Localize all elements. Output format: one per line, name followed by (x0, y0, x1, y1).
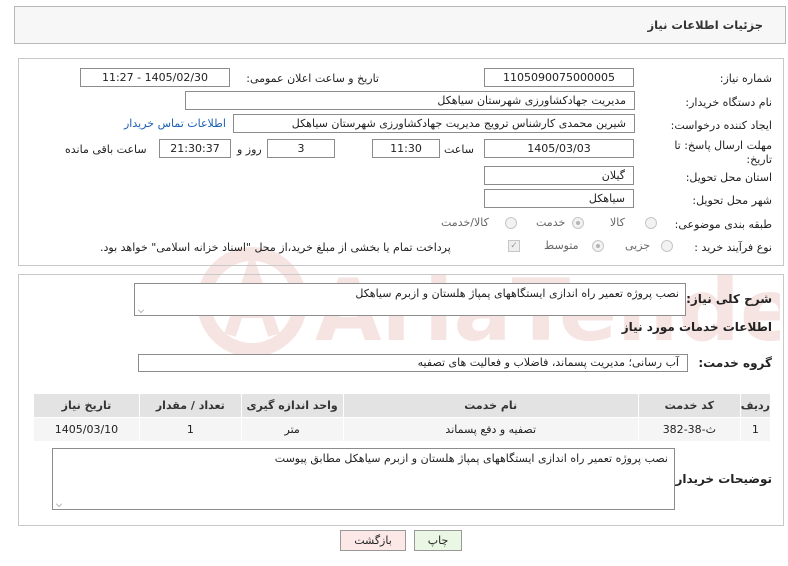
purchase-minor-radio[interactable] (661, 240, 673, 252)
need-info-panel (18, 58, 784, 266)
services-table: ردیف کد خدمت نام خدمت واحد اندازه گیری ت… (33, 393, 772, 442)
resize-grip-icon[interactable] (138, 307, 144, 313)
col-service-name: نام خدمت (342, 393, 639, 418)
category-goods-service-radio[interactable] (505, 217, 517, 229)
treasury-payment-checkbox[interactable]: ✓ (508, 240, 520, 252)
deadline-time-field: 11:30 (372, 139, 440, 158)
cell-unit: متر (240, 417, 344, 442)
need-number-label: شماره نیاز: (719, 72, 772, 85)
category-goods-label: کالا (610, 216, 625, 229)
col-unit: واحد اندازه گیری (240, 393, 344, 418)
announce-date-field: 1405/02/30 - 11:27 (80, 68, 230, 87)
announce-date-label: تاریخ و ساعت اعلان عمومی: (246, 72, 379, 85)
category-service-radio[interactable] (572, 217, 584, 229)
city-label: شهر محل تحویل: (692, 194, 772, 207)
page-header: جزئیات اطلاعات نیاز (14, 6, 786, 44)
category-goods-radio[interactable] (645, 217, 657, 229)
remaining-time-label: ساعت باقی مانده (65, 143, 147, 156)
buyer-org-field: مدیریت جهادکشاورزی شهرستان سیاهکل (185, 91, 635, 110)
remaining-days-field: 3 (267, 139, 335, 158)
buyer-contact-link[interactable]: اطلاعات تماس خریدار (124, 117, 226, 130)
province-label: استان محل تحویل: (685, 171, 772, 184)
resize-grip-icon[interactable] (56, 501, 62, 507)
requester-field: شیرین محمدی کارشناس ترویج مدیریت جهادکشا… (233, 114, 635, 133)
cell-service-name: تصفیه و دفع پسماند (342, 417, 639, 442)
service-group-field: آب رسانی؛ مدیریت پسماند، فاضلاب و فعالیت… (138, 354, 688, 372)
purchase-medium-label: متوسط (544, 239, 579, 252)
buyer-notes-label: توضیحات خریدار: (670, 472, 772, 486)
table-header-row: ردیف کد خدمت نام خدمت واحد اندازه گیری ت… (33, 393, 772, 418)
description-text: نصب پروژه تعمیر راه اندازی ایستگاههای پم… (355, 287, 679, 300)
description-textarea: نصب پروژه تعمیر راه اندازی ایستگاههای پم… (134, 283, 686, 316)
cell-quantity: 1 (138, 417, 242, 442)
deadline-label-line1: مهلت ارسال پاسخ: تا (674, 139, 772, 152)
deadline-label-line2: تاریخ: (746, 153, 772, 166)
description-label: شرح کلی نیاز: (686, 292, 772, 306)
purchase-type-label: نوع فرآیند خرید : (694, 241, 772, 254)
purchase-medium-radio[interactable] (592, 240, 604, 252)
col-service-code: کد خدمت (637, 393, 741, 418)
category-service-label: خدمت (536, 216, 566, 229)
cell-service-code: ث-38-382 (637, 417, 741, 442)
category-goods-service-label: کالا/خدمت (441, 216, 489, 229)
deadline-time-label: ساعت (444, 143, 474, 156)
table-row: 1 ث-38-382 تصفیه و دفع پسماند متر 1 1405… (33, 417, 772, 442)
back-button[interactable]: بازگشت (340, 530, 406, 551)
deadline-date-field: 1405/03/03 (484, 139, 634, 158)
need-number-field: 1105090075000005 (484, 68, 634, 87)
services-section-title: اطلاعات خدمات مورد نیاز (621, 320, 772, 334)
col-row-number: ردیف (739, 393, 772, 418)
buyer-org-label: نام دستگاه خریدار: (685, 96, 772, 109)
page-title: جزئیات اطلاعات نیاز (647, 18, 763, 32)
buyer-notes-text: نصب پروژه تعمیر راه اندازی ایستگاههای پم… (274, 452, 668, 465)
col-quantity: تعداد / مقدار (138, 393, 242, 418)
remaining-time-field: 21:30:37 (159, 139, 231, 158)
service-group-label: گروه خدمت: (698, 356, 772, 370)
col-need-date: تاریخ نیاز (33, 393, 140, 418)
days-label: روز و (237, 143, 262, 156)
category-label: طبقه بندی موضوعی: (674, 218, 772, 231)
buyer-notes-textarea: نصب پروژه تعمیر راه اندازی ایستگاههای پم… (52, 448, 675, 510)
cell-row-number: 1 (739, 417, 772, 442)
city-field: سیاهکل (484, 189, 634, 208)
purchase-minor-label: جزیی (625, 239, 651, 252)
cell-need-date: 1405/03/10 (33, 417, 140, 442)
print-button[interactable]: چاپ (414, 530, 462, 551)
treasury-payment-note: پرداخت تمام یا بخشی از مبلغ خرید،از محل … (100, 241, 451, 254)
province-field: گیلان (484, 166, 634, 185)
requester-label: ایجاد کننده درخواست: (670, 119, 772, 132)
